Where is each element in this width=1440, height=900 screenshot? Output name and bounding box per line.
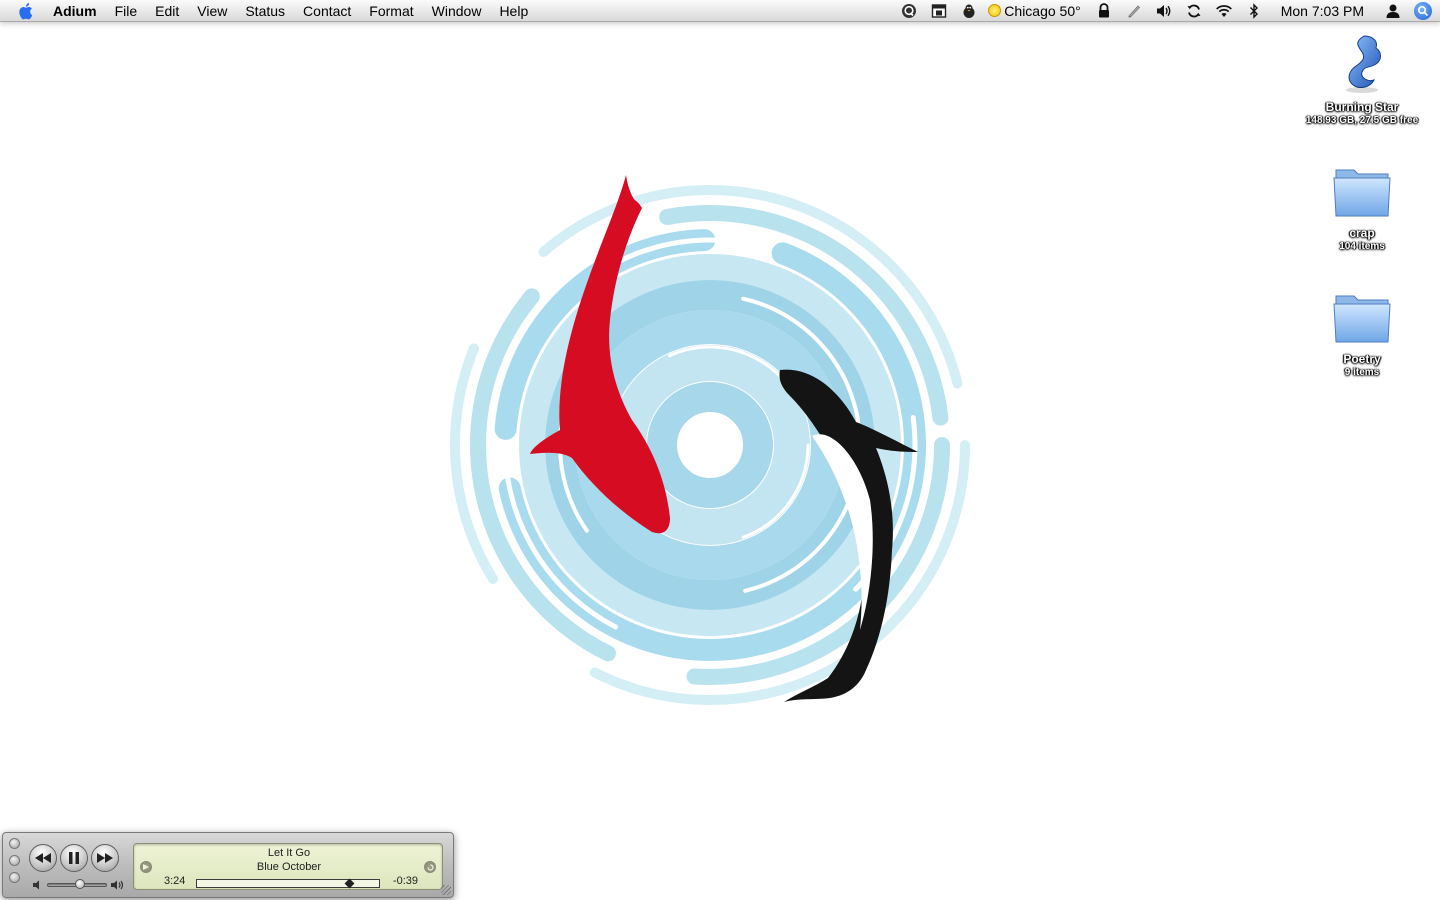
song-artist: Blue October xyxy=(256,861,322,873)
wifi-icon[interactable] xyxy=(1213,0,1235,22)
desktop-icon-info: 148.93 GB, 27.5 GB free xyxy=(1305,115,1419,126)
previous-icon xyxy=(35,853,51,863)
pause-icon xyxy=(69,852,79,864)
pause-button[interactable] xyxy=(60,844,88,872)
desktop-icon-burning-star[interactable]: Burning Star 148.93 GB, 27.5 GB free xyxy=(1292,32,1432,127)
previous-button[interactable] xyxy=(29,844,57,872)
quicksilver-icon[interactable] xyxy=(898,0,920,22)
lock-icon[interactable] xyxy=(1093,0,1115,22)
menu-bar-left: Adium File Edit View Status Contact Form… xyxy=(0,0,537,22)
desktop-icon-crap[interactable]: crap 104 items xyxy=(1292,158,1432,253)
menu-view[interactable]: View xyxy=(188,0,236,22)
weather-text: Chicago 50° xyxy=(1004,2,1081,19)
progress-knob[interactable] xyxy=(344,878,355,889)
close-button[interactable] xyxy=(9,838,20,849)
adium-duck-icon[interactable] xyxy=(958,0,980,22)
elapsed-time: 3:24 xyxy=(164,875,186,887)
song-title: Let It Go xyxy=(267,847,311,859)
koi-swirl-wallpaper xyxy=(450,175,970,705)
itunes-mini-player: Let It Go Blue October 3:24 -0:39 xyxy=(2,832,454,898)
weather-sun-icon xyxy=(988,4,1002,17)
menu-help[interactable]: Help xyxy=(490,0,537,22)
ical-icon[interactable] xyxy=(928,0,950,22)
menu-status[interactable]: Status xyxy=(236,0,294,22)
remaining-time: -0:39 xyxy=(392,875,418,887)
menu-app-adium[interactable]: Adium xyxy=(49,0,106,22)
weather-widget[interactable]: Chicago 50° xyxy=(988,2,1081,19)
swirl-center xyxy=(697,427,733,463)
resize-grip[interactable] xyxy=(441,885,451,895)
desktop-icon-label: Poetry xyxy=(1343,352,1381,366)
volume-slider-knob[interactable] xyxy=(74,879,85,889)
spotlight-icon[interactable] xyxy=(1414,1,1432,20)
bluetooth-icon[interactable] xyxy=(1243,0,1265,22)
volume-slider[interactable] xyxy=(47,879,107,889)
zoom-button[interactable] xyxy=(9,872,20,883)
desktop-icon-poetry[interactable]: Poetry 9 items xyxy=(1292,284,1432,379)
menu-bar: Adium File Edit View Status Contact Form… xyxy=(0,0,1440,22)
menu-edit[interactable]: Edit xyxy=(146,0,188,22)
desktop-icon-info: 9 items xyxy=(1344,367,1380,378)
playback-controls xyxy=(29,844,119,872)
user-icon[interactable] xyxy=(1382,0,1404,22)
volume-high-icon xyxy=(111,880,124,890)
next-icon xyxy=(97,853,113,863)
volume-control xyxy=(33,878,125,892)
minimize-button[interactable] xyxy=(9,855,20,866)
menu-file[interactable]: File xyxy=(106,0,147,22)
song-progress-bar[interactable] xyxy=(196,878,380,889)
play-small-icon xyxy=(143,864,149,870)
snapback-button[interactable] xyxy=(424,861,436,873)
apple-menu-icon[interactable] xyxy=(17,1,37,21)
snapback-icon xyxy=(426,863,434,871)
menu-extras: Chicago 50° Mon 7:03 PM xyxy=(894,0,1440,22)
menu-format[interactable]: Format xyxy=(360,0,422,22)
desktop-icon-info: 104 items xyxy=(1339,241,1385,252)
display-toggle-button[interactable] xyxy=(140,861,152,873)
folder-icon xyxy=(1333,169,1391,217)
menu-window[interactable]: Window xyxy=(423,0,491,22)
volume-icon[interactable] xyxy=(1153,0,1175,22)
window-controls xyxy=(9,838,20,883)
sync-icon[interactable] xyxy=(1183,0,1205,22)
menu-contact[interactable]: Contact xyxy=(294,0,360,22)
desktop-icon-label: crap xyxy=(1349,226,1375,240)
script-pen-icon[interactable] xyxy=(1123,0,1145,22)
next-button[interactable] xyxy=(91,844,119,872)
folder-icon xyxy=(1333,295,1391,343)
hard-drive-icon xyxy=(1346,35,1381,93)
menu-clock[interactable]: Mon 7:03 PM xyxy=(1281,3,1364,19)
now-playing-display: Let It Go Blue October 3:24 -0:39 xyxy=(133,843,443,890)
desktop-icon-label: Burning Star xyxy=(1325,100,1399,114)
volume-low-icon xyxy=(33,880,39,890)
